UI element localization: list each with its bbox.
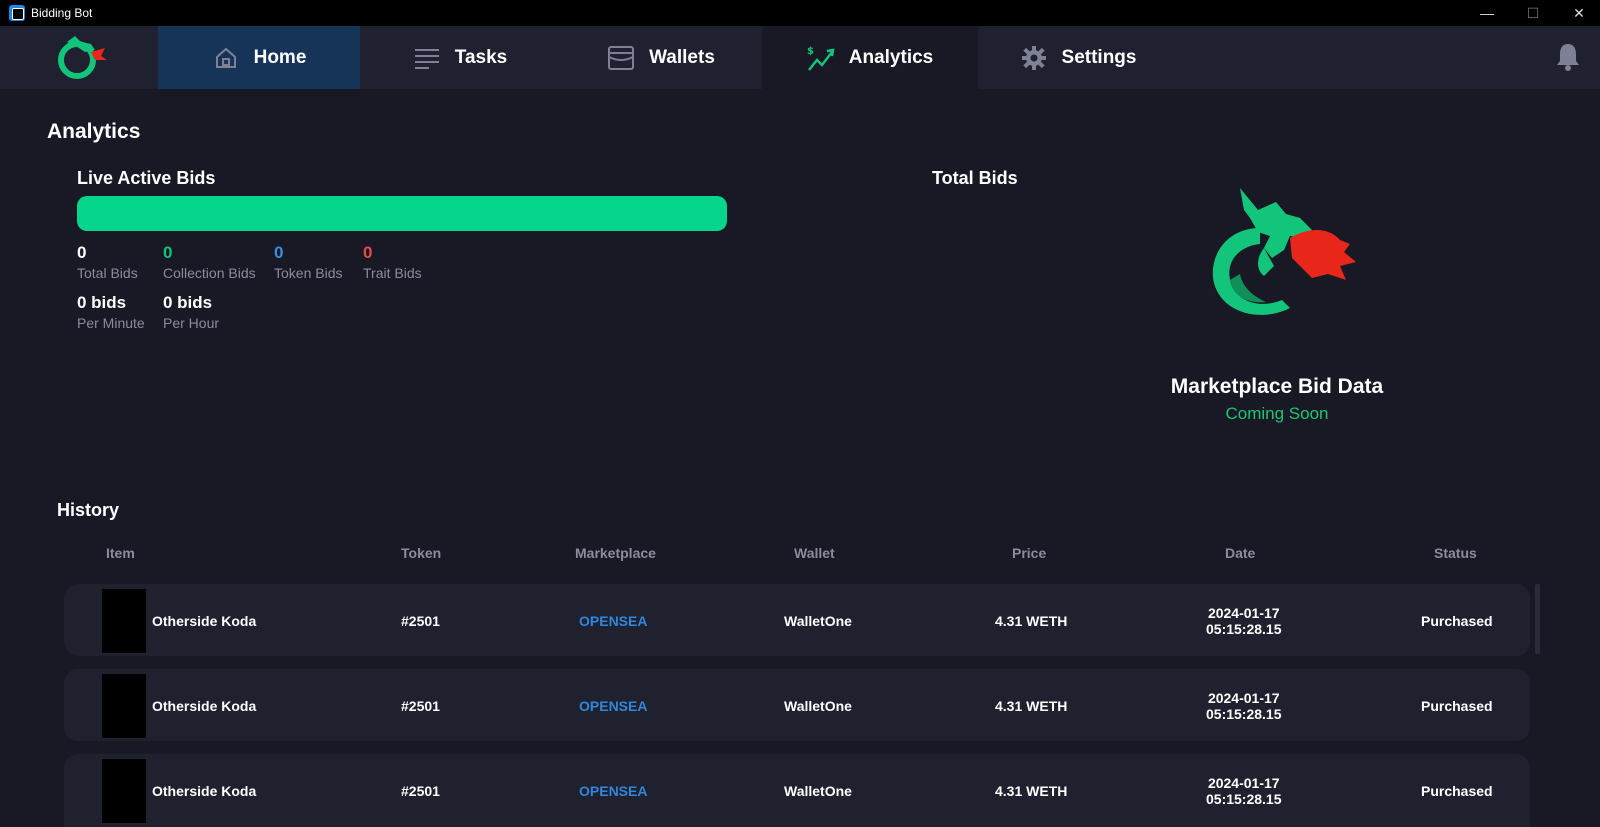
tab-home[interactable]: Home: [158, 26, 360, 89]
stat-collection-bids: 0 Collection Bids: [163, 244, 256, 282]
wallet-icon: [607, 44, 635, 72]
tab-settings[interactable]: Settings: [978, 26, 1178, 89]
app-icon: [9, 5, 25, 21]
tab-settings-label: Settings: [1061, 46, 1137, 68]
dragon-logo-icon[interactable]: [55, 34, 107, 80]
stat-trait-bids: 0 Trait Bids: [363, 244, 422, 282]
column-header-token[interactable]: Token: [401, 545, 441, 561]
list-icon: [413, 44, 441, 72]
analytics-icon: $: [807, 44, 835, 72]
stat-value: 0 bids: [163, 293, 213, 312]
stat-label: Trait Bids: [363, 265, 422, 281]
coming-soon-label: Coming Soon: [1225, 404, 1329, 423]
table-row[interactable]: Otherside Koda #2501 OPENSEA WalletOne 4…: [64, 669, 1530, 741]
wallet-name: WalletOne: [784, 698, 852, 714]
date-day: 2024-01-17: [1207, 690, 1280, 706]
top-nav: Home Tasks Wallets $ Analytics Settings: [0, 26, 1600, 89]
column-header-marketplace[interactable]: Marketplace: [575, 545, 656, 561]
live-active-bids-bar: [77, 196, 727, 231]
history-title: History: [57, 500, 120, 520]
date: 2024-01-17 05:15:28.15: [1206, 775, 1282, 807]
tab-home-label: Home: [253, 46, 307, 68]
price: 4.31 WETH: [995, 613, 1068, 629]
date-time: 05:15:28.15: [1206, 621, 1282, 637]
stat-label: Total Bids: [77, 265, 138, 281]
date: 2024-01-17 05:15:28.15: [1206, 605, 1282, 637]
stat-per-minute: 0 bids Per Minute: [77, 294, 145, 332]
stat-total-bids: 0 Total Bids: [77, 244, 138, 282]
date-day: 2024-01-17: [1207, 775, 1280, 791]
item-thumbnail: [102, 589, 146, 653]
tab-wallets[interactable]: Wallets: [560, 26, 762, 89]
item-name: Otherside Koda: [152, 698, 257, 714]
date-time: 05:15:28.15: [1206, 706, 1282, 722]
marketplace-link[interactable]: OPENSEA: [579, 698, 647, 714]
stat-value: 0: [274, 243, 284, 262]
item-thumbnail: [102, 759, 146, 823]
stat-label: Token Bids: [274, 265, 343, 281]
date: 2024-01-17 05:15:28.15: [1206, 690, 1282, 722]
dragon-logo-icon: [1212, 188, 1356, 315]
status-label: Purchased: [1421, 783, 1493, 799]
table-row[interactable]: Otherside Koda #2501 OPENSEA WalletOne 4…: [64, 754, 1530, 827]
column-header-date[interactable]: Date: [1225, 545, 1255, 561]
home-icon: [212, 44, 240, 72]
column-header-status[interactable]: Status: [1434, 545, 1477, 561]
minimize-button[interactable]: —: [1464, 0, 1510, 26]
column-header-wallet[interactable]: Wallet: [794, 545, 835, 561]
table-row[interactable]: Otherside Koda #2501 OPENSEA WalletOne 4…: [64, 584, 1530, 656]
svg-text:$: $: [807, 46, 814, 57]
stat-token-bids: 0 Token Bids: [274, 244, 342, 282]
status-label: Purchased: [1421, 613, 1493, 629]
date-time: 05:15:28.15: [1206, 791, 1282, 807]
stat-per-hour: 0 bids Per Hour: [163, 294, 219, 332]
stat-value: 0 bids: [77, 293, 127, 312]
tab-tasks[interactable]: Tasks: [360, 26, 560, 89]
total-bids-title: Total Bids: [932, 168, 1018, 188]
history-scrollbar[interactable]: [1535, 584, 1540, 654]
item-name: Otherside Koda: [152, 783, 257, 799]
wallet-name: WalletOne: [784, 783, 852, 799]
marketplace-link[interactable]: OPENSEA: [579, 613, 647, 629]
bell-icon[interactable]: [1554, 42, 1582, 72]
token-id: #2501: [401, 698, 440, 714]
stat-value: 0: [363, 243, 373, 262]
wallet-name: WalletOne: [784, 613, 852, 629]
stat-value: 0: [163, 243, 173, 262]
item-name: Otherside Koda: [152, 613, 257, 629]
item-thumbnail: [102, 674, 146, 738]
price: 4.31 WETH: [995, 698, 1068, 714]
tab-wallets-label: Wallets: [649, 46, 715, 68]
marketplace-bid-data-title: Marketplace Bid Data: [1170, 375, 1384, 398]
column-header-item[interactable]: Item: [106, 545, 135, 561]
stat-value: 0: [77, 243, 87, 262]
marketplace-link[interactable]: OPENSEA: [579, 783, 647, 799]
live-active-bids-title: Live Active Bids: [77, 168, 216, 188]
window-title: Bidding Bot: [31, 6, 93, 20]
maximize-button[interactable]: ☐: [1510, 0, 1556, 26]
stat-label: Per Hour: [163, 315, 220, 331]
title-bar: Bidding Bot — ☐ ✕: [0, 0, 1600, 26]
page-title: Analytics: [47, 120, 141, 143]
date-day: 2024-01-17: [1207, 605, 1280, 621]
tab-tasks-label: Tasks: [454, 46, 508, 68]
stat-label: Per Minute: [77, 315, 145, 331]
tab-analytics[interactable]: $ Analytics: [762, 26, 978, 89]
tab-analytics-label: Analytics: [848, 46, 934, 68]
stat-label: Collection Bids: [163, 265, 256, 281]
token-id: #2501: [401, 783, 440, 799]
status-label: Purchased: [1421, 698, 1493, 714]
gear-icon: [1020, 44, 1048, 72]
close-button[interactable]: ✕: [1556, 0, 1600, 26]
token-id: #2501: [401, 613, 440, 629]
column-header-price[interactable]: Price: [1012, 545, 1046, 561]
price: 4.31 WETH: [995, 783, 1068, 799]
